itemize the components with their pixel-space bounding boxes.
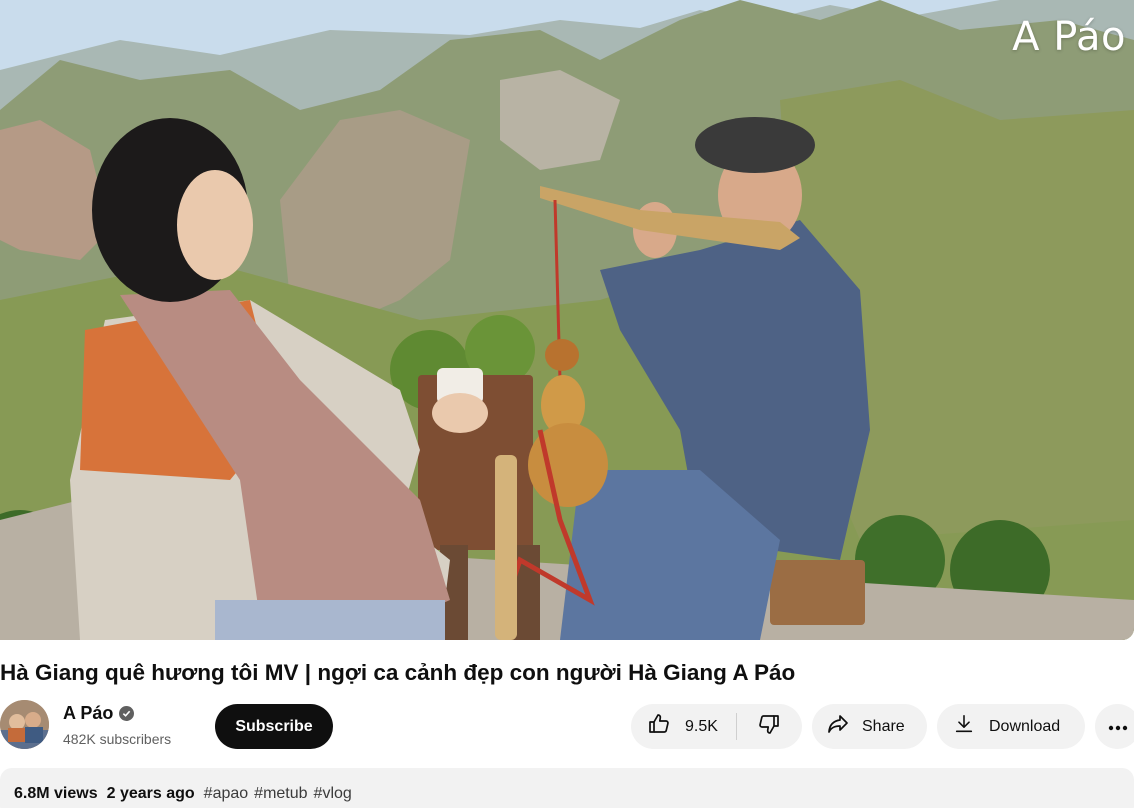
check-circle-icon (119, 706, 135, 721)
video-title: Hà Giang quê hương tôi MV | ngợi ca cảnh… (0, 660, 796, 685)
download-label: Download (989, 717, 1061, 735)
download-button[interactable]: Download (937, 704, 1085, 749)
subscribe-button[interactable]: Subscribe (215, 704, 333, 749)
share-button[interactable]: Share (812, 704, 927, 749)
like-button[interactable]: 9.5K (631, 704, 736, 749)
more-actions-button[interactable] (1095, 704, 1134, 749)
channel-name-label: A Páo (63, 703, 114, 723)
view-count: 6.8M views (14, 785, 98, 802)
share-arrow-icon (826, 712, 850, 741)
hashtag-link[interactable]: #metub (254, 785, 307, 808)
avatar-icon (0, 700, 49, 749)
video-frame-illustration (0, 0, 1134, 640)
more-horizontal-icon (1108, 718, 1128, 736)
thumbs-down-icon (757, 712, 781, 741)
like-count: 9.5K (685, 717, 718, 735)
description-box[interactable]: 6.8M views 2 years ago #apao #metub #vlo… (0, 768, 1134, 808)
hashtag-link[interactable]: #vlog (314, 785, 352, 808)
dislike-button[interactable] (737, 704, 801, 749)
like-dislike-group: 9.5K (631, 704, 802, 749)
upload-age: 2 years ago (106, 785, 195, 802)
channel-name[interactable]: A Páo (63, 703, 135, 724)
download-icon (953, 713, 975, 740)
channel-avatar[interactable] (0, 700, 49, 749)
hashtag-list: #apao #metub #vlog (204, 785, 352, 808)
thumbs-up-icon (647, 712, 671, 741)
hashtag-link[interactable]: #apao (204, 785, 249, 808)
subscriber-count: 482K subscribers (63, 731, 172, 747)
share-label: Share (862, 717, 905, 735)
video-player[interactable]: A Páo (0, 0, 1134, 640)
channel-watermark: A Páo (1012, 14, 1126, 60)
